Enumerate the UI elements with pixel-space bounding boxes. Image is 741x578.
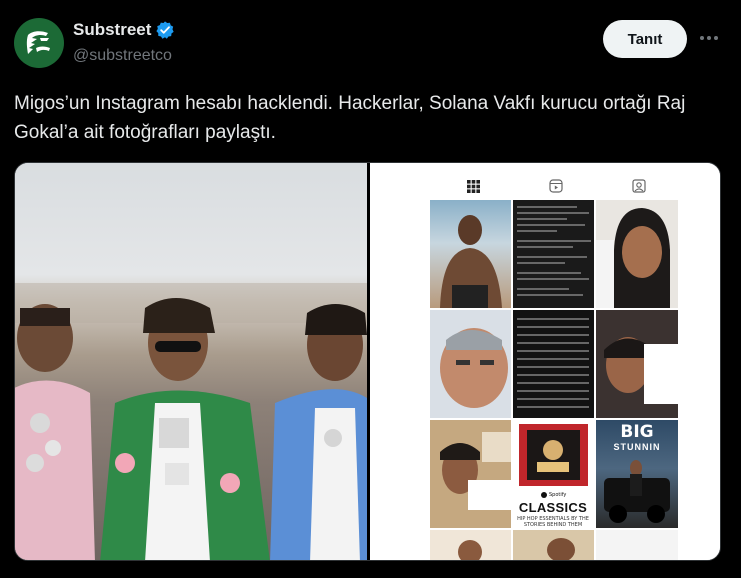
more-options-icon[interactable] bbox=[698, 30, 720, 46]
grid-post-code-screenshot[interactable] bbox=[513, 310, 594, 418]
tweet-card: Substreet @substreetco Tanıt Migos’un In… bbox=[0, 0, 741, 578]
grid-post-photo[interactable] bbox=[430, 420, 511, 528]
verified-badge-icon[interactable] bbox=[155, 20, 175, 40]
album-title: CLASSICS bbox=[518, 500, 588, 515]
tweet-media[interactable]: Spotify CLASSICS HIP HOP ESSENTIALS BY T… bbox=[14, 162, 721, 561]
grid-post-photo[interactable] bbox=[430, 530, 511, 560]
grid-tab-icon[interactable] bbox=[462, 175, 484, 197]
substreet-logo-icon bbox=[26, 31, 50, 54]
tagged-tab-icon[interactable] bbox=[628, 175, 650, 197]
grid-post-album-cover[interactable]: Spotify CLASSICS HIP HOP ESSENTIALS BY T… bbox=[513, 420, 594, 528]
author-name-row: Substreet bbox=[73, 20, 175, 40]
album-subtitle: HIP HOP ESSENTIALS BY THE STORIES BEHIND… bbox=[517, 516, 589, 528]
spotify-icon: Spotify bbox=[541, 492, 567, 498]
migos-photo-illustration bbox=[15, 283, 367, 560]
avatar[interactable] bbox=[14, 18, 64, 68]
follow-button[interactable]: Tanıt bbox=[603, 20, 687, 58]
migos-photo[interactable] bbox=[15, 163, 367, 560]
poster-title: BIG bbox=[620, 422, 654, 442]
instagram-post-grid: Spotify CLASSICS HIP HOP ESSENTIALS BY T… bbox=[430, 200, 678, 560]
handle[interactable]: @substreetco bbox=[73, 47, 172, 65]
instagram-tab-bar bbox=[430, 175, 678, 197]
grid-post-photo[interactable] bbox=[596, 530, 678, 560]
tweet-text: Migos’un Instagram hesabı hacklendi. Hac… bbox=[14, 93, 686, 143]
grid-post-poster[interactable]: BIG STUNNIN bbox=[596, 420, 678, 528]
grid-post-code-screenshot[interactable] bbox=[513, 200, 594, 308]
grid-post-photo[interactable] bbox=[430, 310, 511, 418]
reels-tab-icon[interactable] bbox=[545, 175, 567, 197]
grid-post-photo[interactable] bbox=[513, 530, 594, 560]
instagram-screenshot[interactable]: Spotify CLASSICS HIP HOP ESSENTIALS BY T… bbox=[370, 163, 720, 560]
poster-subtitle: STUNNIN bbox=[613, 442, 661, 452]
display-name[interactable]: Substreet bbox=[73, 20, 151, 40]
grid-post-photo[interactable] bbox=[596, 200, 678, 308]
grid-post-photo[interactable] bbox=[596, 310, 678, 418]
grid-post-photo[interactable] bbox=[430, 200, 511, 308]
